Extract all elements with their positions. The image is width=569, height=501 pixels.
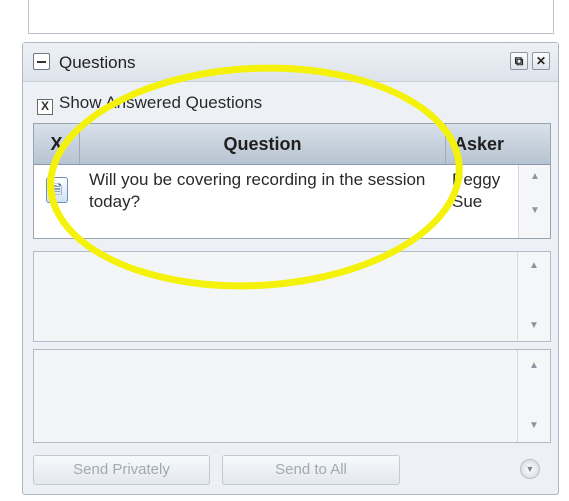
answer-area[interactable]: ▲ ▼ xyxy=(33,251,551,342)
question-text: Will you be covering recording in the se… xyxy=(89,170,426,211)
column-header-asker[interactable]: Asker xyxy=(446,124,550,164)
show-answered-label: Show Answered Questions xyxy=(59,93,263,112)
table-scrollbar[interactable]: ▲ ▼ xyxy=(518,165,550,238)
options-chevron-down-icon[interactable]: ▼ xyxy=(520,459,540,479)
column-header-question[interactable]: Question xyxy=(80,124,446,164)
table-header: X Question Asker xyxy=(34,124,550,165)
answer-scrollbar[interactable]: ▲ ▼ xyxy=(517,252,550,341)
restore-icon[interactable]: ⧉ xyxy=(510,52,528,70)
scroll-down-icon[interactable]: ▼ xyxy=(519,205,550,216)
send-privately-button[interactable]: Send Privately xyxy=(33,455,210,485)
scroll-down-icon[interactable]: ▼ xyxy=(518,420,550,431)
send-to-all-button[interactable]: Send to All xyxy=(222,455,400,485)
show-answered-checkbox[interactable]: X xyxy=(37,99,53,115)
upper-pane xyxy=(28,0,554,34)
message-scrollbar[interactable]: ▲ ▼ xyxy=(517,350,550,442)
answer-document-icon[interactable]: 🗎 xyxy=(46,177,68,203)
scroll-up-icon[interactable]: ▲ xyxy=(518,360,550,371)
asker-name: Peggy Sue xyxy=(452,170,501,211)
questions-panel: Questions ⧉ ✕ X Show Answered Questions X… xyxy=(22,42,559,495)
message-input-area[interactable]: ▲ ▼ xyxy=(33,349,551,443)
panel-header: Questions ⧉ ✕ xyxy=(23,43,558,82)
scroll-up-icon[interactable]: ▲ xyxy=(518,260,550,271)
close-icon[interactable]: ✕ xyxy=(532,52,550,70)
questions-table: X Question Asker 🗎 Will you be covering … xyxy=(33,123,551,239)
column-header-x[interactable]: X xyxy=(34,124,80,164)
scroll-down-icon[interactable]: ▼ xyxy=(518,320,550,331)
scroll-up-icon[interactable]: ▲ xyxy=(519,171,550,182)
collapse-minus-icon[interactable] xyxy=(33,53,50,70)
show-answered-toggle[interactable]: X Show Answered Questions xyxy=(37,93,262,115)
panel-title: Questions xyxy=(59,53,136,72)
table-row[interactable]: 🗎 Will you be covering recording in the … xyxy=(34,165,516,217)
